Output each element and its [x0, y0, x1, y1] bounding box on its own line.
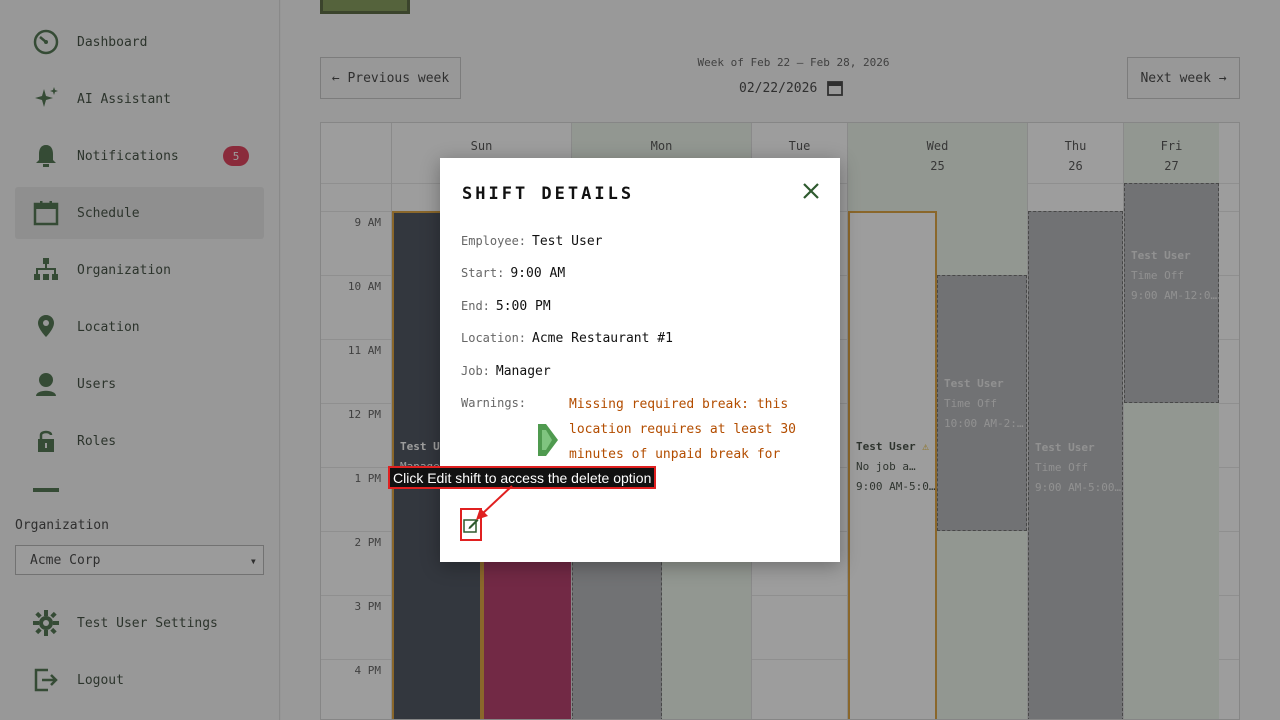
- end-row: End: 5:00 PM: [461, 299, 551, 314]
- modal-title: SHIFT DETAILS: [462, 184, 635, 204]
- employee-value: Test User: [532, 234, 603, 249]
- warnings-label: Warnings:: [461, 396, 527, 410]
- start-row: Start: 9:00 AM: [461, 266, 565, 281]
- location-row: Location: Acme Restaurant #1: [461, 331, 673, 346]
- start-value: 9:00 AM: [510, 266, 566, 281]
- warnings-row: Warnings:: [461, 396, 526, 410]
- end-value: 5:00 PM: [495, 299, 551, 314]
- employee-row: Employee: Test User: [461, 234, 602, 249]
- tutorial-tooltip: Click Edit shift to access the delete op…: [388, 466, 656, 489]
- tooltip-arrow-icon: [476, 485, 513, 520]
- job-row: Job: Manager: [461, 364, 551, 379]
- start-label: Start:: [461, 266, 505, 280]
- end-label: End:: [461, 299, 490, 313]
- location-value: Acme Restaurant #1: [532, 331, 673, 346]
- job-value: Manager: [495, 364, 551, 379]
- close-icon[interactable]: [802, 182, 820, 200]
- employee-label: Employee:: [461, 234, 527, 248]
- job-label: Job:: [461, 364, 490, 378]
- location-label: Location:: [461, 331, 527, 345]
- warning-flag-icon: [538, 424, 558, 456]
